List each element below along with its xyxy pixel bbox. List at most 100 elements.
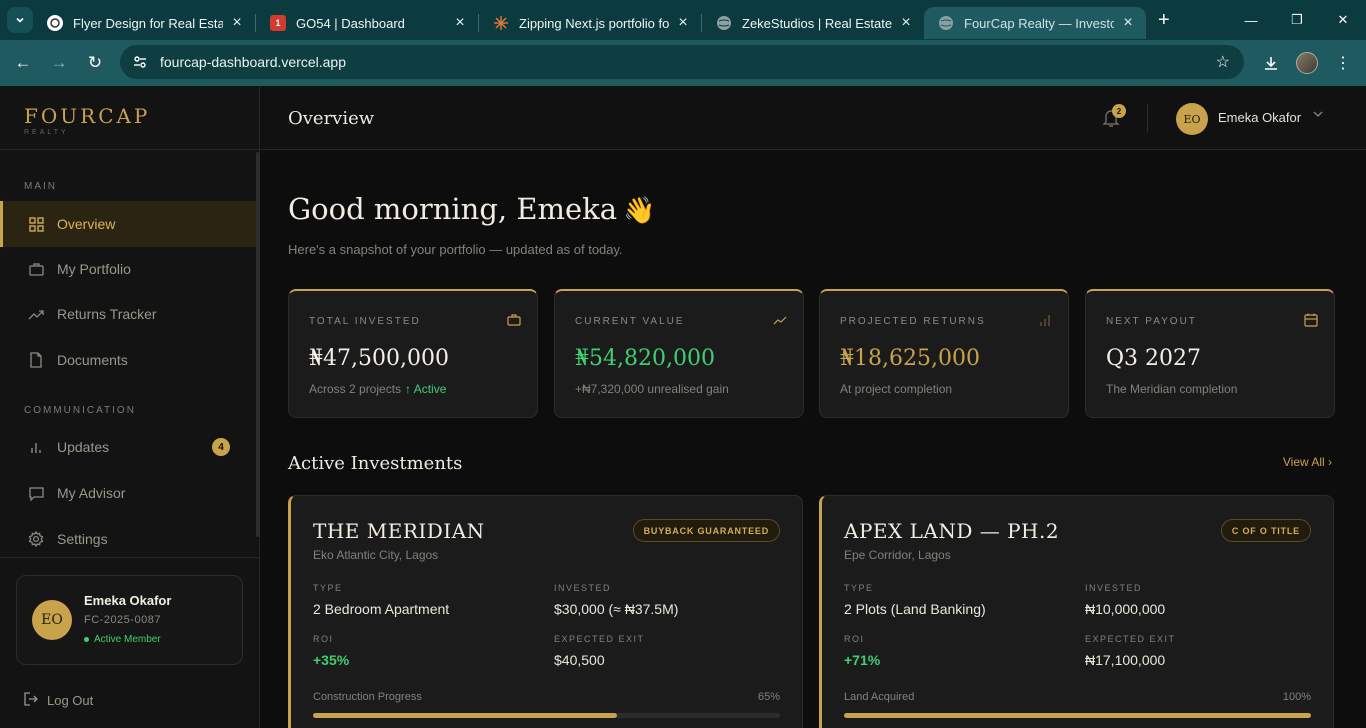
site-settings-icon[interactable] <box>132 54 148 70</box>
chevron-down-icon <box>16 17 24 23</box>
forward-icon[interactable]: → <box>41 45 77 81</box>
close-tab-icon[interactable]: × <box>1120 14 1136 32</box>
sidebar-item-updates[interactable]: Updates 4 <box>0 424 256 470</box>
browser-tab[interactable]: Zipping Next.js portfolio for × <box>479 7 701 39</box>
back-icon[interactable]: ← <box>5 45 41 81</box>
window-controls: — ❐ ✕ <box>1228 0 1366 40</box>
browser-menu-icon[interactable]: ⋮ <box>1326 46 1360 80</box>
sidebar-item-settings[interactable]: Settings <box>0 516 256 562</box>
field-label: ROI <box>313 634 334 644</box>
sidebar-item-returns[interactable]: Returns Tracker <box>0 291 256 337</box>
close-tab-icon[interactable]: × <box>229 14 245 32</box>
tab-title: FourCap Realty — Investor D <box>964 15 1114 31</box>
notifications-button[interactable]: 2 <box>1102 104 1126 128</box>
minimize-icon[interactable]: — <box>1228 0 1274 40</box>
greeting-heading: Good morning, Emeka 👋 <box>288 192 655 226</box>
sidebar-footer: EO Emeka Okafor FC-2025-0087 Active Memb… <box>0 557 259 728</box>
address-bar[interactable]: fourcap-dashboard.vercel.app ☆ <box>120 45 1244 79</box>
stat-card-next-payout: NEXT PAYOUT Q3 2027 The Meridian complet… <box>1085 289 1335 418</box>
sidebar-item-portfolio[interactable]: My Portfolio <box>0 246 256 292</box>
brand-logo[interactable]: FOURCAP REALTY <box>0 86 259 150</box>
briefcase-icon <box>507 314 521 326</box>
logout-button[interactable]: Log Out <box>24 692 93 709</box>
greeting-text: Good morning, Emeka <box>288 192 618 226</box>
progress-bar <box>313 713 780 718</box>
investment-tag: C OF O TITLE <box>1220 519 1311 542</box>
sidebar-item-label: Returns Tracker <box>57 306 157 322</box>
field-label: EXPECTED EXIT <box>554 634 645 644</box>
gear-icon <box>28 531 44 547</box>
top-header: Overview 2 EO Emeka Okafor <box>260 86 1366 150</box>
progress-percent: 100% <box>1282 691 1311 703</box>
header-user-name[interactable]: Emeka Okafor <box>1218 110 1301 125</box>
stat-sub-label: Across 2 projects <box>309 382 402 396</box>
sidebar-item-label: Documents <box>57 352 128 368</box>
tab-favicon-icon <box>493 15 509 31</box>
profile-avatar[interactable] <box>1290 46 1324 80</box>
view-all-link[interactable]: View All › <box>1283 455 1332 469</box>
sidebar-item-advisor[interactable]: My Advisor <box>0 470 256 516</box>
download-icon[interactable] <box>1254 46 1288 80</box>
updates-count-badge: 4 <box>212 438 230 456</box>
stat-label: TOTAL INVESTED <box>309 316 421 327</box>
sidebar-item-overview[interactable]: Overview <box>0 201 256 247</box>
close-tab-icon[interactable]: × <box>898 14 914 32</box>
status-dot-icon <box>84 637 89 642</box>
field-value: ₦17,100,000 <box>1085 652 1166 668</box>
stat-subtext: +₦7,320,000 unrealised gain <box>575 382 729 396</box>
tab-favicon-icon <box>47 15 63 31</box>
user-name: Emeka Okafor <box>84 593 172 608</box>
status-badge: Active Member <box>84 634 161 645</box>
trend-up-icon <box>773 316 787 325</box>
field-label: TYPE <box>313 583 343 593</box>
chevron-down-icon[interactable] <box>1313 109 1323 121</box>
investment-card[interactable]: THE MERIDIAN Eko Atlantic City, Lagos BU… <box>288 495 803 728</box>
stat-card-projected-returns: PROJECTED RETURNS ₦18,625,000 At project… <box>819 289 1069 418</box>
stat-label: CURRENT VALUE <box>575 316 685 327</box>
sidebar-item-label: Updates <box>57 439 110 455</box>
bar-chart-icon <box>28 439 44 455</box>
field-value: $40,500 <box>554 652 605 668</box>
browser-tab[interactable]: ZekeStudios | Real Estate We × <box>702 7 924 39</box>
bookmark-star-icon[interactable]: ☆ <box>1216 52 1230 72</box>
avatar: EO <box>32 600 72 640</box>
field-value: ₦10,000,000 <box>1085 601 1166 617</box>
sidebar-item-label: My Portfolio <box>57 261 131 277</box>
grid-icon <box>28 216 44 232</box>
notification-count-badge: 2 <box>1112 104 1126 118</box>
sidebar-item-documents[interactable]: Documents <box>0 337 256 383</box>
field-value: 2 Bedroom Apartment <box>313 601 450 617</box>
tab-search-button[interactable] <box>7 7 33 33</box>
browser-tab-active[interactable]: FourCap Realty — Investor D × <box>924 7 1146 39</box>
close-tab-icon[interactable]: × <box>452 14 468 32</box>
chat-icon <box>28 485 44 501</box>
user-card[interactable]: EO Emeka Okafor FC-2025-0087 Active Memb… <box>16 575 243 665</box>
reload-icon[interactable]: ↻ <box>77 45 113 81</box>
member-id: FC-2025-0087 <box>84 614 161 626</box>
stat-value: ₦18,625,000 <box>840 346 980 371</box>
stat-value: ₦54,820,000 <box>575 346 715 371</box>
stat-label: PROJECTED RETURNS <box>840 316 986 327</box>
stat-subtext: The Meridian completion <box>1106 382 1238 396</box>
close-tab-icon[interactable]: × <box>675 14 691 32</box>
browser-tab[interactable]: Flyer Design for Real Estate × <box>33 7 255 39</box>
investment-name: APEX LAND — PH.2 <box>844 519 1060 543</box>
browser-tab-strip: Flyer Design for Real Estate × 1 GO54 | … <box>0 0 1366 40</box>
progress-bar <box>844 713 1311 718</box>
new-tab-icon[interactable]: + <box>1158 9 1170 32</box>
restore-icon[interactable]: ❐ <box>1274 0 1320 40</box>
briefcase-icon <box>28 261 44 277</box>
stat-accent: ↑ Active <box>405 382 447 396</box>
field-label: INVESTED <box>554 583 612 593</box>
investment-card[interactable]: APEX LAND — PH.2 Epe Corridor, Lagos C O… <box>819 495 1334 728</box>
section-title: Active Investments <box>288 453 463 474</box>
sidebar-item-label: Settings <box>57 531 108 547</box>
logout-icon <box>24 692 38 709</box>
close-window-icon[interactable]: ✕ <box>1320 0 1366 40</box>
browser-tab[interactable]: 1 GO54 | Dashboard × <box>256 7 478 39</box>
roi-value: +35% <box>313 652 350 668</box>
section-label-communication: COMMUNICATION <box>24 405 136 416</box>
tab-title: Zipping Next.js portfolio for <box>519 15 669 31</box>
stat-card-total-invested: TOTAL INVESTED ₦47,500,000 Across 2 proj… <box>288 289 538 418</box>
avatar[interactable]: EO <box>1176 103 1208 135</box>
